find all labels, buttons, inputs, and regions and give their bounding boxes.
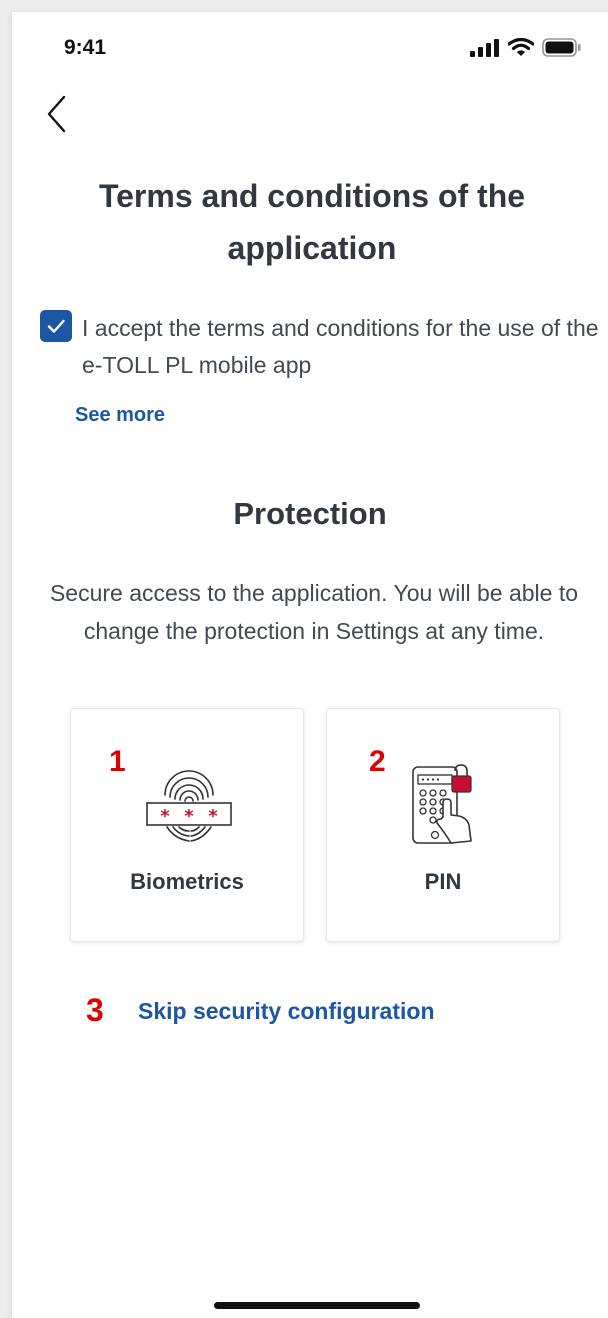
svg-text:*: * [160, 806, 170, 827]
app-screen: 9:41 Terms and conditions of the applica… [12, 12, 608, 1318]
svg-text:*: * [184, 806, 194, 827]
protection-description: Secure access to the application. You wi… [49, 580, 579, 644]
svg-text:*: * [208, 806, 218, 827]
phone-pin-lock-icon [412, 764, 472, 844]
annotation-number-3: 3 [86, 992, 104, 1028]
fingerprint-password-icon: * * * [146, 770, 232, 842]
signal-icon [470, 38, 499, 57]
biometrics-label: Biometrics [130, 869, 244, 894]
terms-checkbox[interactable] [40, 310, 72, 342]
see-more-link[interactable]: See more [75, 404, 165, 427]
protection-title: Protection [233, 496, 387, 531]
status-bar: 9:41 [12, 12, 608, 86]
status-icons [470, 38, 582, 57]
chevron-left-icon [47, 95, 66, 133]
skip-security-link[interactable]: Skip security configuration [138, 998, 435, 1025]
battery-icon [542, 38, 581, 57]
home-indicator [214, 1302, 420, 1309]
terms-accept-text: I accept the terms and conditions for th… [82, 315, 599, 378]
checkmark-icon [47, 319, 65, 333]
pin-option-card[interactable]: 2 PIN [326, 708, 560, 942]
annotation-number-2: 2 [369, 745, 386, 778]
page-title: Terms and conditions of the application [98, 178, 526, 266]
pin-label: PIN [424, 869, 462, 894]
wifi-icon [508, 38, 534, 56]
annotation-number-1: 1 [109, 745, 126, 778]
biometrics-option-card[interactable]: 1 * * * Biometrics [70, 708, 304, 942]
status-time: 9:41 [64, 36, 107, 59]
back-button[interactable] [42, 94, 76, 134]
